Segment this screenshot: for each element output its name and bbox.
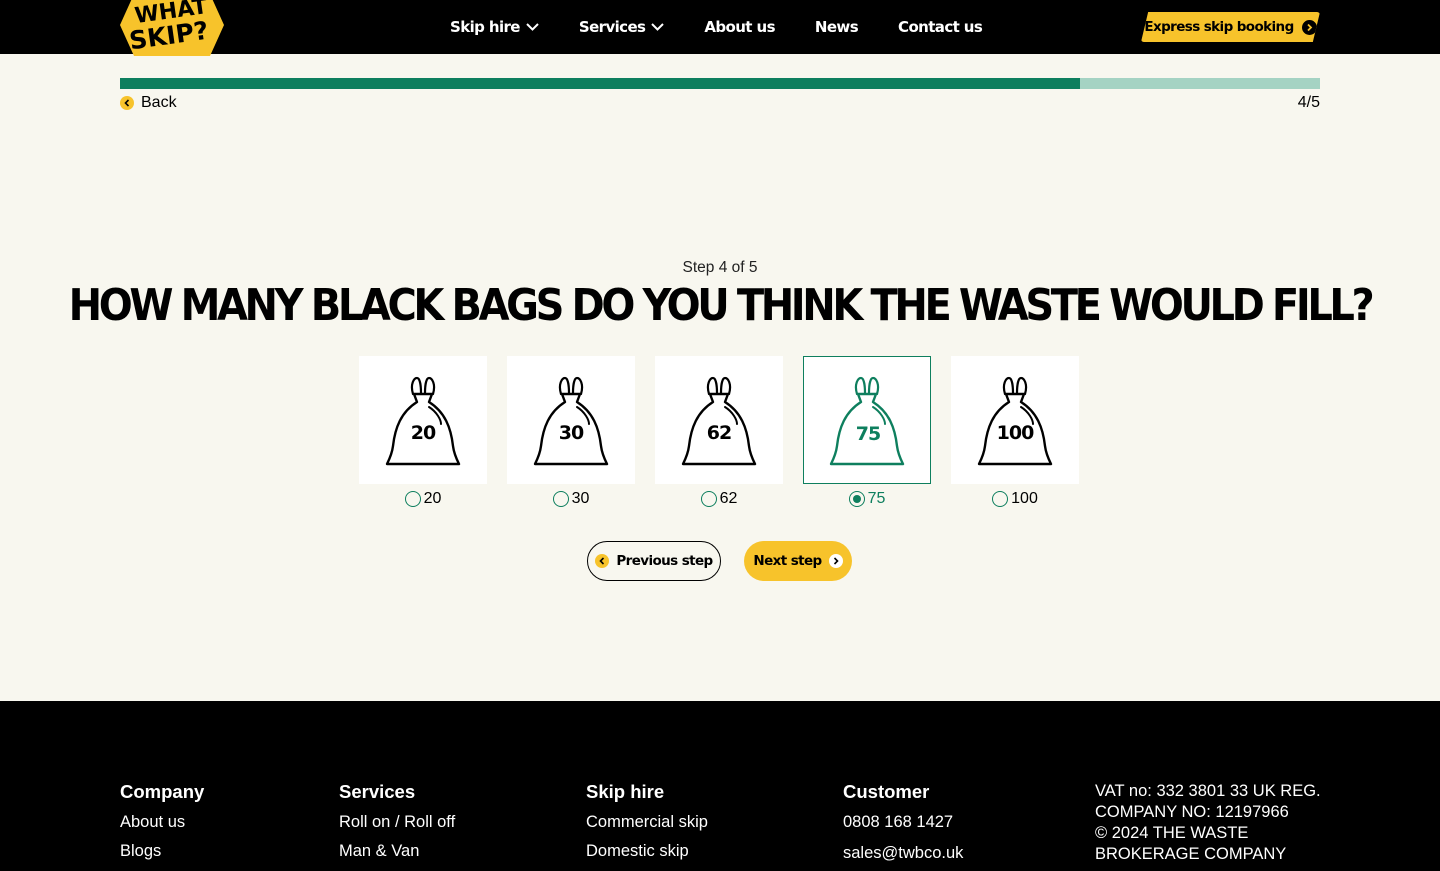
footer-link-domestic-skip[interactable]: Domestic skip [586,842,708,861]
nav-item-label: Services [578,18,646,36]
site-footer: Company About us Blogs Services Roll on … [0,701,1440,871]
bag-option-card[interactable]: 20 [359,356,487,484]
chevron-down-icon [651,23,665,31]
footer-link-commercial-skip[interactable]: Commercial skip [586,813,708,832]
progress-bar [120,78,1320,89]
bag-option-card[interactable]: 62 [655,356,783,484]
nav-item-label: About us [704,18,775,36]
nav-item-skip-hire[interactable]: Skip hire [450,18,539,36]
bag-option-card[interactable]: 75 [803,356,931,484]
radio-label: 100 [1011,490,1038,507]
express-button-label: Express skip booking [1144,19,1294,35]
radio-label: 62 [719,490,738,507]
bag-option[interactable]: 100 100 [951,356,1079,508]
rubbish-bag-icon [533,376,609,466]
bag-option-radio-row[interactable]: 62 [700,490,738,508]
bag-count-label: 30 [558,422,584,444]
radio-button[interactable] [404,491,421,507]
bag-option[interactable]: 20 20 [359,356,487,508]
previous-step-button[interactable]: Previous step [587,541,721,581]
footer-heading: Customer [843,781,930,802]
rubbish-bag-icon [385,376,461,466]
bag-count-label: 100 [996,422,1035,444]
back-label: Back [141,94,177,111]
footer-heading: Skip hire [586,781,665,802]
radio-label: 75 [867,490,886,507]
bag-option-radio-row[interactable]: 30 [552,490,590,508]
footer-link-about-us[interactable]: About us [120,813,204,832]
footer-legal-text: VAT no: 332 3801 33 UK REG. COMPANY NO: … [1095,782,1321,863]
bag-count-label: 20 [410,422,436,444]
bag-option-radio-row[interactable]: 75 [848,490,886,508]
footer-column-skip-hire: Skip hire Commercial skip Domestic skip [586,781,708,871]
footer-phone-link[interactable]: 0808 168 1427 [843,813,963,832]
bag-option-card[interactable]: 30 [507,356,635,484]
footer-heading: Services [339,781,416,802]
previous-step-label: Previous step [616,553,713,569]
bag-option[interactable]: 30 30 [507,356,635,508]
arrow-right-circle-icon [1301,19,1317,35]
nav-item-news[interactable]: News [814,18,859,36]
footer-link-blogs[interactable]: Blogs [120,842,204,861]
bag-option[interactable]: 75 75 [803,356,931,508]
bag-option-radio-row[interactable]: 100 [992,490,1038,508]
radio-label: 20 [423,490,442,507]
back-link[interactable]: Back [120,94,177,112]
next-step-button[interactable]: Next step [744,541,852,581]
chevron-down-icon [526,23,539,31]
site-header: WHAT SKIP? Skip hire Services About us N… [0,0,1440,56]
nav-item-label: News [814,18,859,36]
rubbish-bag-icon [829,376,905,466]
bag-option-card[interactable]: 100 [951,356,1079,484]
bag-count-label: 75 [855,423,881,445]
radio-button[interactable] [700,491,717,507]
rubbish-bag-icon [977,376,1053,466]
chevron-right-icon [828,554,843,568]
footer-email-link[interactable]: sales@twbco.uk [843,844,963,863]
footer-link-man-and-van[interactable]: Man & Van [339,842,455,861]
radio-selected-dot [852,495,861,503]
step-counter: 4/5 [1297,94,1320,111]
radio-button[interactable] [848,491,865,507]
nav-item-about-us[interactable]: About us [704,18,775,36]
main-nav: Skip hire Services About us News Contact… [450,0,1022,54]
next-step-label: Next step [753,553,822,569]
question-title: HOW MANY BLACK BAGS DO YOU THINK THE WAS… [68,281,1375,331]
chevron-left-icon [595,554,610,568]
bag-options: 20 20 30 30 62 62 75 75 100 100 [359,356,1079,508]
footer-column-services: Services Roll on / Roll off Man & Van [339,781,455,871]
step-label: Step 4 of 5 [682,259,758,276]
footer-column-company: Company About us Blogs [120,781,204,871]
footer-heading: Company [120,781,205,802]
nav-item-contact-us[interactable]: Contact us [898,18,983,36]
chevron-left-icon [120,96,134,110]
bag-count-label: 62 [706,422,732,444]
progress-fill [120,78,1080,89]
nav-item-label: Contact us [898,18,983,36]
nav-item-label: Skip hire [450,18,520,36]
radio-button[interactable] [552,491,569,507]
footer-link-roll-on-roll-off[interactable]: Roll on / Roll off [339,813,455,832]
radio-button[interactable] [992,491,1009,507]
radio-label: 30 [571,490,590,507]
rubbish-bag-icon [681,376,757,466]
express-skip-booking-button[interactable]: Express skip booking [1141,12,1320,42]
footer-column-customer: Customer 0808 168 1427 sales@twbco.uk [843,781,963,871]
bag-option-radio-row[interactable]: 20 [404,490,442,508]
nav-item-services[interactable]: Services [579,18,665,36]
what-skip-logo[interactable]: WHAT SKIP? [120,0,224,56]
bag-option[interactable]: 62 62 [655,356,783,508]
